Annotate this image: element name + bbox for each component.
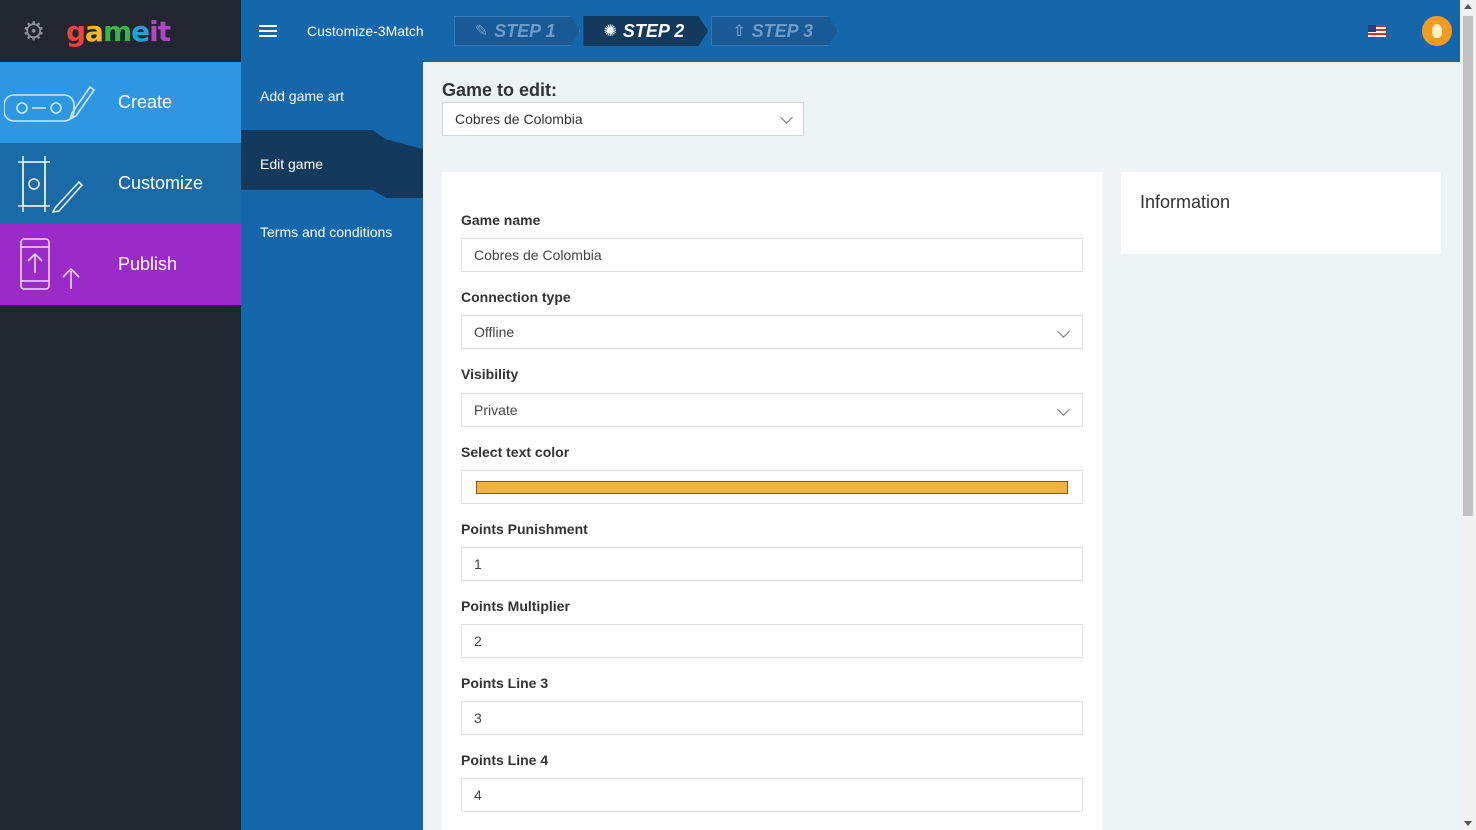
points-multiplier-value: 2 xyxy=(474,633,482,649)
game-name-label: Game name xyxy=(461,212,541,228)
chevron-down-icon xyxy=(1057,325,1070,338)
step-2-label: STEP 2 xyxy=(622,20,685,41)
points-punishment-label: Points Punishment xyxy=(461,521,588,537)
points-punishment-value: 1 xyxy=(474,556,482,572)
color-swatch[interactable] xyxy=(476,481,1068,494)
points-multiplier-input[interactable]: 2 xyxy=(461,624,1083,658)
upload-icon: ⇧ xyxy=(732,23,746,40)
phone-brush-icon xyxy=(0,143,100,224)
step-indicator: ✎ STEP 1 ✺ STEP 2 ⇧ STEP 3 xyxy=(453,16,841,46)
submenu-item-terms[interactable]: Terms and conditions xyxy=(241,198,423,266)
chevron-down-icon xyxy=(780,111,793,124)
nav-customize[interactable]: Customize xyxy=(0,143,241,224)
points-line4-input[interactable]: 4 xyxy=(461,778,1083,812)
submenu-item-label: Terms and conditions xyxy=(260,224,393,240)
points-line3-label: Points Line 3 xyxy=(461,675,549,691)
page-scrollbar[interactable] xyxy=(1460,0,1476,830)
text-color-label: Select text color xyxy=(461,444,570,460)
points-line4-value: 4 xyxy=(474,787,482,803)
avatar[interactable] xyxy=(1422,16,1452,46)
game-name-value: Cobres de Colombia xyxy=(474,247,602,263)
visibility-select[interactable]: Private xyxy=(461,393,1083,427)
information-title: Information xyxy=(1140,192,1231,212)
connection-type-label: Connection type xyxy=(461,289,571,305)
submenu-item-label: Add game art xyxy=(260,88,345,104)
customize-submenu: Add game art Edit game Terms and conditi… xyxy=(241,62,423,830)
top-bar: Customize-3Match ✎ STEP 1 ✺ STEP 2 ⇧ STEP 3 xyxy=(241,0,1460,62)
game-to-edit-label: Game to edit: xyxy=(442,80,558,100)
points-multiplier-label: Points Multiplier xyxy=(461,598,570,614)
hamburger-menu-icon[interactable] xyxy=(259,22,277,40)
step-1-label: STEP 1 xyxy=(494,20,556,41)
information-panel: Information xyxy=(1121,172,1441,254)
points-punishment-input[interactable]: 1 xyxy=(461,547,1083,581)
lightbulb-icon xyxy=(1432,24,1442,38)
gameit-logo[interactable]: gameit xyxy=(66,15,171,48)
step-2-button[interactable]: ✺ STEP 2 xyxy=(583,16,709,46)
pencil-icon: ✎ xyxy=(474,23,489,40)
us-flag-icon[interactable] xyxy=(1368,25,1386,37)
nav-create-label: Create xyxy=(118,92,173,112)
gear-brush-icon: ✺ xyxy=(603,23,617,40)
points-line4-label: Points Line 4 xyxy=(461,752,549,768)
submenu-item-edit-game[interactable]: Edit game xyxy=(241,130,423,198)
nav-customize-label: Customize xyxy=(118,173,204,193)
game-name-input[interactable]: Cobres de Colombia xyxy=(461,238,1083,272)
scroll-down-arrow-icon[interactable] xyxy=(1464,821,1472,826)
step-3-label: STEP 3 xyxy=(751,20,813,41)
connection-type-select[interactable]: Offline xyxy=(461,315,1083,349)
gamepad-pencil-icon xyxy=(0,62,100,143)
step-3-button[interactable]: ⇧ STEP 3 xyxy=(711,16,838,46)
step-1-button[interactable]: ✎ STEP 1 xyxy=(453,16,581,46)
scroll-up-arrow-icon[interactable] xyxy=(1464,4,1472,9)
scrollbar-thumb[interactable] xyxy=(1463,16,1473,516)
visibility-value: Private xyxy=(474,402,518,418)
visibility-label: Visibility xyxy=(461,366,519,382)
connection-type-value: Offline xyxy=(474,324,515,340)
nav-create[interactable]: Create xyxy=(0,62,241,143)
nav-publish-label: Publish xyxy=(118,254,178,274)
submenu-item-label: Edit game xyxy=(260,156,324,172)
app-title: Customize-3Match xyxy=(307,23,424,39)
game-to-edit-select[interactable]: Cobres de Colombia xyxy=(442,102,804,136)
main-sidebar: ⚙ gameit Create Customize Publish xyxy=(0,0,241,830)
text-color-picker[interactable] xyxy=(461,470,1083,504)
submenu-item-add-game-art[interactable]: Add game art xyxy=(241,62,423,130)
edit-game-form: Game name Cobres de Colombia Connection … xyxy=(442,172,1102,830)
game-to-edit-value: Cobres de Colombia xyxy=(455,111,583,127)
brand-bar: ⚙ gameit xyxy=(0,0,241,62)
nav-publish[interactable]: Publish xyxy=(0,224,241,305)
gear-icon[interactable]: ⚙ xyxy=(22,18,48,44)
points-line3-value: 3 xyxy=(474,710,482,726)
phone-upload-icon xyxy=(0,224,100,305)
points-line3-input[interactable]: 3 xyxy=(461,701,1083,735)
chevron-down-icon xyxy=(1057,403,1070,416)
main-content: Game to edit: Cobres de Colombia Game na… xyxy=(423,62,1460,830)
